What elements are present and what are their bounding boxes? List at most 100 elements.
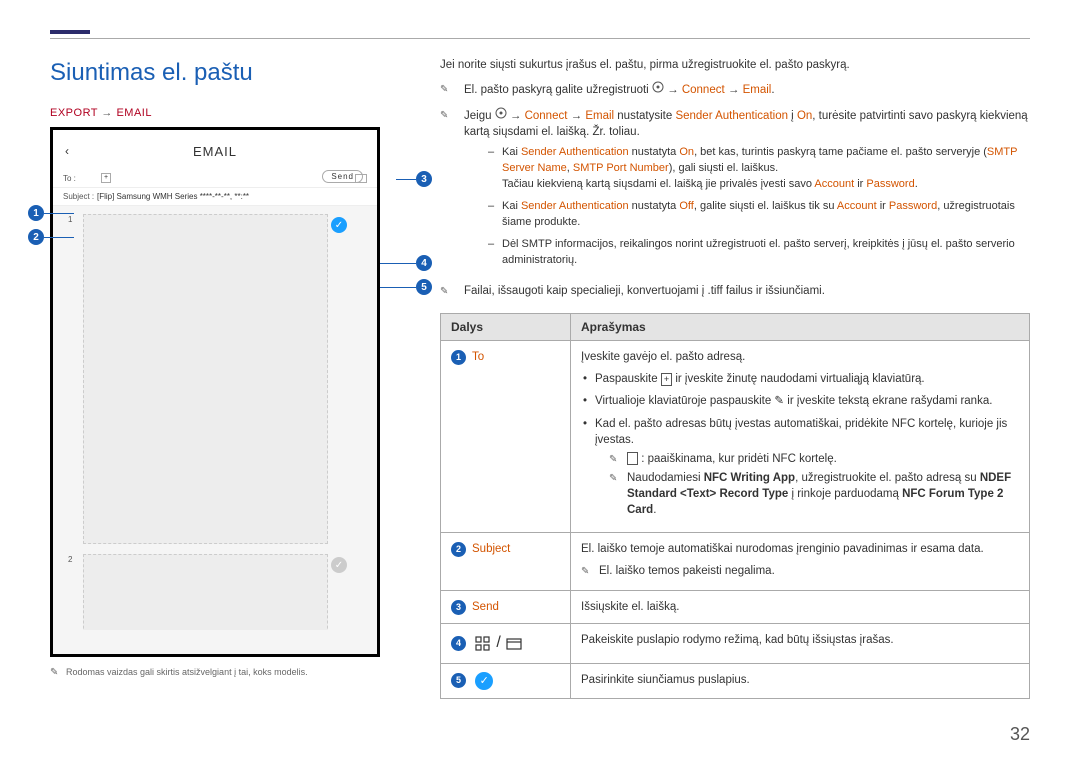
intro-text: Jei norite siųsti sukurtus įrašus el. pa… (440, 59, 1030, 71)
row-send: 3 Send Išsiųskite el. laišką. (441, 591, 1030, 624)
back-icon: ‹ (65, 144, 70, 158)
row5-desc: Pasirinkite siunčiamus puslapius. (571, 663, 1030, 698)
on-label: On (797, 110, 812, 122)
callout-3: 3 (416, 171, 432, 187)
mock-thumb-1: 1 ✓ (83, 214, 328, 544)
mock-body: 1 ✓ 2 ✓ (53, 206, 377, 630)
num-3: 3 (451, 600, 466, 615)
mock-subject-label: Subject : (63, 192, 97, 201)
t: į rinkoje parduodamą (788, 488, 902, 500)
nfc-rect-icon (627, 452, 638, 465)
email-label: Email (743, 84, 772, 96)
th-desc: Aprašymas (571, 314, 1030, 341)
pencil-icon (440, 283, 454, 293)
nfc-app-label: NFC Writing App (704, 472, 795, 484)
account-label: Account (837, 200, 877, 212)
mock-subject-row: Subject : [Flip] Samsung WMH Series ****… (53, 188, 377, 206)
note-2: Jeigu → Connect → Email nustatysite Send… (440, 107, 1030, 275)
sender-auth-label: Sender Authentication (675, 110, 788, 122)
callout-line-4 (380, 263, 416, 264)
mock-thumb-2: 2 ✓ (83, 554, 328, 630)
num-4: 4 (451, 636, 466, 651)
row2-l1: El. laiško temoje automatiškai nurodomas… (581, 541, 1019, 557)
t: Kai (502, 146, 521, 158)
row1-intro: Įveskite gavėjo el. pašto adresą. (581, 349, 1019, 365)
t: Paspauskite (595, 373, 661, 385)
pencil-icon (50, 667, 60, 677)
t: . (653, 504, 656, 516)
check-on-icon: ✓ (331, 217, 347, 233)
smtp-port-label: SMTP Port Number (573, 162, 669, 174)
horizontal-rule (50, 38, 1030, 39)
num-1: 1 (451, 350, 466, 365)
t: ir įveskite tekstą ekrane rašydami ranka… (784, 395, 992, 407)
sub-3: Dėl SMTP informacijos, reikalingos norin… (488, 237, 1030, 269)
subnote-2: Naudodamiesi NFC Writing App, užregistru… (609, 470, 1019, 518)
on-label: On (679, 146, 694, 158)
row3-desc: Išsiųskite el. laišką. (571, 591, 1030, 624)
handwriting-icon: ✎ (774, 395, 784, 407)
gear-icon (495, 107, 507, 125)
breadcrumb: EXPORT → EMAIL (50, 107, 410, 119)
sender-auth-label: Sender Authentication (521, 146, 629, 158)
t: Virtualioje klaviatūroje paspauskite (595, 395, 774, 407)
row1-b3: Kad el. pašto adresas būtų įvestas autom… (581, 416, 1019, 519)
page-title: Siuntimas el. paštu (50, 59, 410, 87)
t: nustatyta (629, 146, 680, 158)
page-number: 32 (1010, 724, 1030, 745)
off-label: Off (679, 200, 693, 212)
nfc-icon (355, 174, 367, 183)
sub-list: Kai Sender Authentication nustatyta On , … (488, 145, 1030, 269)
row1-label: To (472, 351, 484, 363)
sub-1: Kai Sender Authentication nustatyta On, … (488, 145, 1030, 193)
callout-line-3 (396, 179, 416, 180)
pencil-icon (609, 451, 619, 461)
row2-note: El. laiško temos pakeisti negalima. (581, 563, 1019, 579)
single-view-icon (506, 636, 522, 652)
thumb-num-1: 1 (68, 215, 72, 224)
view-mode-icon (336, 206, 347, 209)
row4-desc: Pakeiskite puslapio rodymo režimą, kad b… (571, 624, 1030, 663)
breadcrumb-email: EMAIL (116, 107, 152, 119)
t: ir (877, 200, 889, 212)
email-label: Email (585, 110, 614, 122)
callout-2: 2 (28, 229, 44, 245)
row1-b1: Paspauskite + ir įveskite žinutę naudoda… (581, 371, 1019, 387)
check-circle-icon: ✓ (475, 672, 493, 690)
password-label: Password (889, 200, 937, 212)
mock-subject-value: [Flip] Samsung WMH Series ****-**-**, **… (97, 192, 249, 201)
row-to: 1 To Įveskite gavėjo el. pašto adresą. Pa… (441, 341, 1030, 533)
pencil-icon (440, 107, 454, 117)
footnote-text: Rodomas vaizdas gali skirtis atsižvelgia… (66, 667, 308, 677)
arrow-text: → (725, 84, 743, 96)
t: , galite siųsti el. laiškus tik su (694, 200, 837, 212)
parts-table: Dalys Aprašymas 1To Įveskite gavėjo el. … (440, 313, 1030, 699)
num-5: 5 (451, 673, 466, 688)
pencil-icon (609, 470, 619, 480)
mock-to-label: To : (63, 174, 97, 183)
callout-5: 5 (416, 279, 432, 295)
notes-list: El. pašto paskyrą galite užregistruoti →… (440, 81, 1030, 299)
n2-text: Jeigu (464, 110, 495, 122)
grid-view-icon (475, 636, 491, 652)
check-off-icon: ✓ (331, 557, 347, 573)
n1-text: El. pašto paskyrą galite užregistruoti (464, 84, 652, 96)
arrow-icon: → (101, 107, 116, 119)
callout-line-2 (44, 237, 74, 238)
password-label: Password (866, 178, 914, 190)
email-mockup: ‹ EMAIL Send To : + Subject : [Flip] Sam… (50, 127, 380, 657)
connect-label: Connect (525, 110, 568, 122)
thumb-num-2: 2 (68, 555, 72, 564)
n2-text: nustatysite (614, 110, 675, 122)
t: nustatyta (629, 200, 680, 212)
arrow-text: → (664, 84, 682, 96)
row3-label: Send (472, 601, 499, 613)
breadcrumb-export: EXPORT (50, 107, 98, 119)
row1-b2: Virtualioje klaviatūroje paspauskite ✎ i… (581, 393, 1019, 409)
sub-2: Kai Sender Authentication nustatyta Off,… (488, 199, 1030, 231)
t: El. laiško temos pakeisti negalima. (599, 563, 775, 579)
t: Naudodamiesi (627, 472, 704, 484)
t: Kad el. pašto adresas būtų įvestas autom… (595, 418, 1007, 446)
callout-line-5 (380, 287, 416, 288)
callout-1: 1 (28, 205, 44, 221)
